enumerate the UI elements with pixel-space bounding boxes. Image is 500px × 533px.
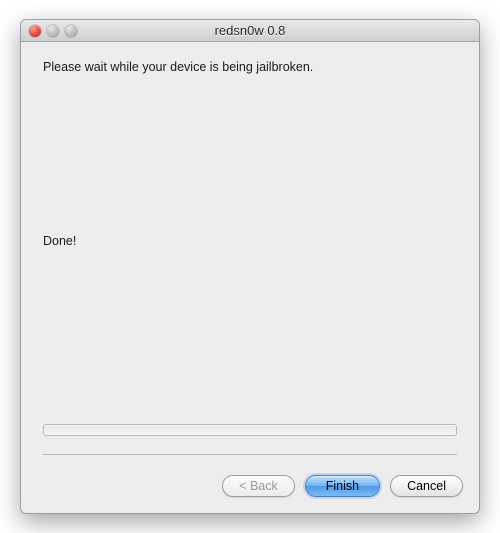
button-row: < Back Finish Cancel: [21, 475, 479, 513]
progress-bar: [43, 424, 457, 436]
back-button: < Back: [222, 475, 295, 497]
status-text: Done!: [43, 234, 457, 248]
close-icon[interactable]: [29, 25, 41, 37]
finish-button[interactable]: Finish: [305, 475, 380, 497]
separator: [43, 454, 457, 455]
titlebar[interactable]: redsn0w 0.8: [21, 20, 479, 42]
instruction-text: Please wait while your device is being j…: [43, 60, 457, 74]
traffic-lights: [29, 25, 77, 37]
window-title: redsn0w 0.8: [21, 23, 479, 38]
app-window: redsn0w 0.8 Please wait while your devic…: [20, 19, 480, 514]
minimize-icon[interactable]: [47, 25, 59, 37]
zoom-icon[interactable]: [65, 25, 77, 37]
cancel-button[interactable]: Cancel: [390, 475, 463, 497]
content-area: Please wait while your device is being j…: [21, 42, 479, 475]
